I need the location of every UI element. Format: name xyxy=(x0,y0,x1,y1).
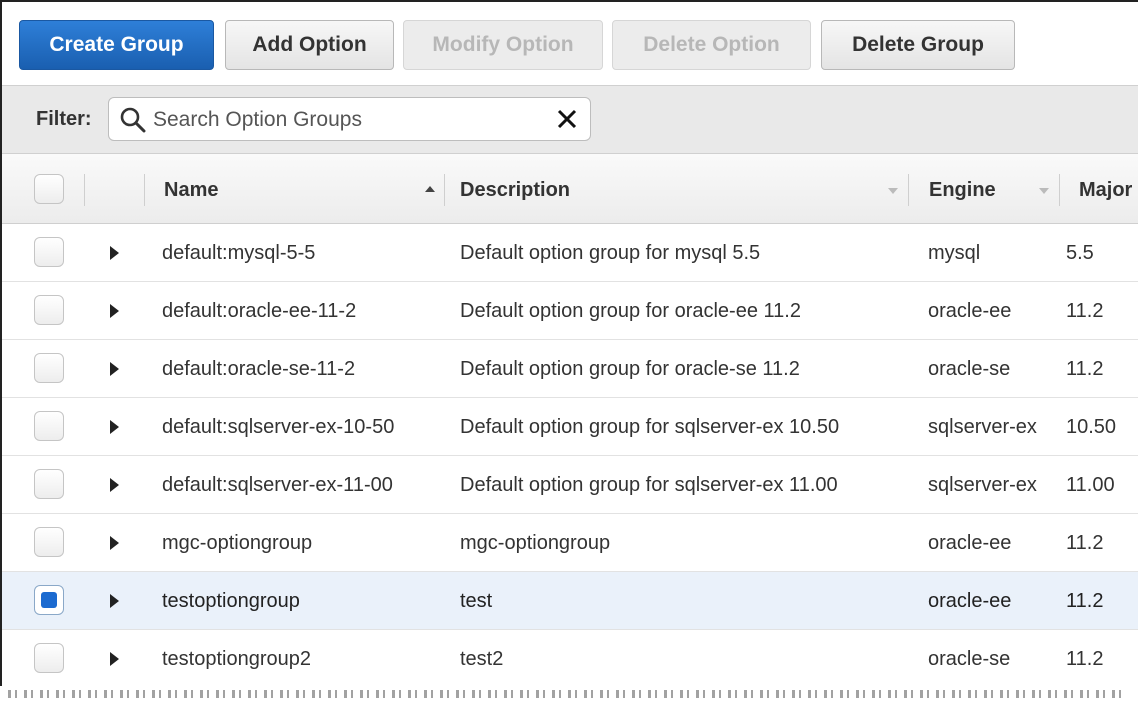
expand-icon[interactable] xyxy=(110,536,119,550)
truncated-content xyxy=(8,690,1128,698)
column-divider xyxy=(1059,174,1060,206)
cell-name: default:mysql-5-5 xyxy=(162,242,316,264)
cell-major: 11.2 xyxy=(1066,590,1104,612)
modify-option-button[interactable]: Modify Option xyxy=(403,20,603,70)
cell-name: testoptiongroup xyxy=(162,590,300,612)
row-checkbox[interactable] xyxy=(34,527,64,557)
filter-bar: Filter: xyxy=(2,85,1140,154)
cell-name: default:oracle-ee-11-2 xyxy=(162,300,357,322)
cell-name: default:sqlserver-ex-11-00 xyxy=(162,474,393,496)
table-row[interactable]: mgc-optiongroup mgc-optiongroup oracle-e… xyxy=(2,514,1140,572)
sort-descending-icon[interactable] xyxy=(1039,188,1049,194)
cell-engine: oracle-ee xyxy=(928,532,1012,554)
cell-major: 11.00 xyxy=(1066,474,1115,496)
cell-major: 11.2 xyxy=(1066,300,1104,322)
row-checkbox[interactable] xyxy=(34,353,64,383)
search-box[interactable] xyxy=(108,97,591,141)
cell-engine: sqlserver-ex xyxy=(928,474,1037,496)
cell-name: default:sqlserver-ex-10-50 xyxy=(162,416,395,438)
column-header-name[interactable]: Name xyxy=(164,179,218,202)
row-checkbox[interactable] xyxy=(34,237,64,267)
cell-major: 11.2 xyxy=(1066,532,1104,554)
cell-description: Default option group for mysql 5.5 xyxy=(460,242,761,264)
cell-major: 11.2 xyxy=(1066,358,1104,380)
filter-label: Filter: xyxy=(36,108,92,130)
cell-engine: mysql xyxy=(928,242,981,264)
cell-description: test xyxy=(460,590,493,612)
row-checkbox[interactable] xyxy=(34,295,64,325)
cell-engine: oracle-se xyxy=(928,358,1011,380)
cell-engine: oracle-ee xyxy=(928,300,1012,322)
expand-icon[interactable] xyxy=(110,652,119,666)
cell-description: Default option group for sqlserver-ex 11… xyxy=(460,474,838,496)
table-row[interactable]: testoptiongroup2 test2 oracle-se 11.2 xyxy=(2,630,1140,688)
column-header-description[interactable]: Description xyxy=(460,179,570,202)
table-row-selected[interactable]: testoptiongroup test oracle-ee 11.2 xyxy=(2,572,1140,630)
sort-ascending-icon[interactable] xyxy=(425,186,435,192)
cell-engine: oracle-ee xyxy=(928,590,1012,612)
expand-icon[interactable] xyxy=(110,362,119,376)
cell-major: 10.50 xyxy=(1066,416,1117,438)
cell-engine: sqlserver-ex xyxy=(928,416,1037,438)
clipped-edge xyxy=(1138,0,1144,704)
cell-name: mgc-optiongroup xyxy=(162,532,313,554)
expand-icon[interactable] xyxy=(110,478,119,492)
column-divider xyxy=(84,174,85,206)
expand-icon[interactable] xyxy=(110,594,119,608)
table-row[interactable]: default:sqlserver-ex-11-00 Default optio… xyxy=(2,456,1140,514)
toolbar: Create Group Add Option Modify Option De… xyxy=(2,2,1140,85)
column-header-major[interactable]: Major xyxy=(1079,179,1132,202)
cell-name: testoptiongroup2 xyxy=(162,648,312,670)
cell-major: 11.2 xyxy=(1066,648,1104,670)
table-row[interactable]: default:oracle-se-11-2 Default option gr… xyxy=(2,340,1140,398)
delete-option-button[interactable]: Delete Option xyxy=(612,20,811,70)
cell-engine: oracle-se xyxy=(928,648,1011,670)
row-checkbox[interactable] xyxy=(34,469,64,499)
table-row[interactable]: default:sqlserver-ex-10-50 Default optio… xyxy=(2,398,1140,456)
column-divider xyxy=(908,174,909,206)
search-input[interactable] xyxy=(151,105,535,135)
table-row[interactable]: default:mysql-5-5 Default option group f… xyxy=(2,224,1140,282)
select-all-checkbox[interactable] xyxy=(34,174,64,204)
cell-description: Default option group for sqlserver-ex 10… xyxy=(460,416,840,438)
cell-description: Default option group for oracle-se 11.2 xyxy=(460,358,800,380)
search-icon xyxy=(120,107,146,133)
column-header-engine[interactable]: Engine xyxy=(929,179,996,202)
delete-group-button[interactable]: Delete Group xyxy=(821,20,1015,70)
cell-description: Default option group for oracle-ee 11.2 xyxy=(460,300,801,322)
expand-icon[interactable] xyxy=(110,304,119,318)
table-header: Name Description Engine Major xyxy=(2,154,1140,224)
sort-descending-icon[interactable] xyxy=(888,188,898,194)
row-checkbox-checked[interactable] xyxy=(34,585,64,615)
close-icon[interactable] xyxy=(556,108,578,130)
create-group-button[interactable]: Create Group xyxy=(19,20,214,70)
expand-icon[interactable] xyxy=(110,420,119,434)
column-divider xyxy=(444,174,445,206)
table-row[interactable]: default:oracle-ee-11-2 Default option gr… xyxy=(2,282,1140,340)
row-checkbox[interactable] xyxy=(34,643,64,673)
column-divider xyxy=(144,174,145,206)
cell-major: 5.5 xyxy=(1066,242,1094,264)
row-checkbox[interactable] xyxy=(34,411,64,441)
cell-description: mgc-optiongroup xyxy=(460,532,611,554)
add-option-button[interactable]: Add Option xyxy=(225,20,394,70)
cell-description: test2 xyxy=(460,648,504,670)
cell-name: default:oracle-se-11-2 xyxy=(162,358,356,380)
expand-icon[interactable] xyxy=(110,246,119,260)
